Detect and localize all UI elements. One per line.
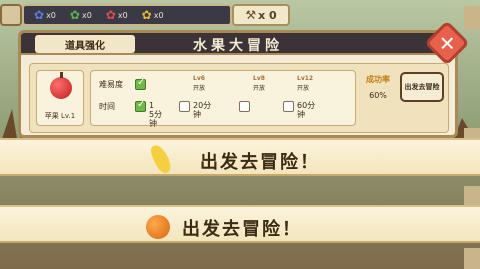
adventure-banner-orange[interactable]: 出发去冒险！ [0, 205, 480, 243]
banner-text: 出发去冒险！ [182, 219, 302, 240]
time-label: 时间 [99, 102, 115, 111]
level-requirement: Lv12 [297, 75, 314, 82]
time-value: 20分 钟 [193, 101, 212, 119]
resource-count: x0 [81, 10, 92, 20]
red-flower-icon: ✿ [105, 8, 116, 22]
window-title: 水果大冒险 [193, 38, 283, 54]
difficulty-checkbox[interactable] [135, 77, 146, 90]
crossed-tools-icon: ⚒ [245, 8, 257, 22]
option-2: Lv6 开放 20分 钟 [179, 75, 221, 119]
success-rate-value: 60% [369, 91, 387, 100]
tools-counter[interactable]: ⚒ x 0 [232, 4, 290, 26]
apple-icon [50, 72, 72, 99]
level-requirement: Lv6 [193, 75, 205, 82]
difficulty-status: 开放 [193, 85, 206, 92]
title-bar: 道具强化 水果大冒险 [21, 33, 455, 55]
fruit-card[interactable]: 苹果 Lv.1 [36, 70, 84, 126]
time-checkbox[interactable] [135, 99, 146, 112]
time-value: 1 5分 钟 [149, 101, 163, 128]
level-requirement: Lv8 [253, 75, 265, 82]
time-value: 60分 钟 [297, 101, 316, 119]
difficulty-status: 开放 [297, 85, 310, 92]
adventure-window: 道具强化 水果大冒险 ✕ 苹果 Lv.1 难易度 时间 1 5分 钟 Lv6 开… [18, 20, 470, 138]
adventure-setup: 苹果 Lv.1 难易度 时间 1 5分 钟 Lv6 开放 20分 钟 Lv8 开… [29, 63, 449, 133]
resource-count: x0 [153, 10, 164, 20]
orange-icon [146, 215, 170, 239]
difficulty-label: 难易度 [99, 80, 123, 89]
option-4: Lv12 开放 60分 钟 [283, 75, 325, 119]
start-adventure-button[interactable]: 出发去冒险 [400, 72, 444, 102]
side-panel-edge [464, 6, 480, 30]
fruit-name: 苹果 Lv.1 [44, 112, 76, 120]
resource-count: x0 [46, 10, 56, 20]
side-panel-edge [464, 248, 480, 269]
banana-icon [148, 142, 174, 176]
time-checkbox[interactable] [179, 101, 190, 112]
close-icon: ✕ [438, 30, 456, 55]
resource-item: ✿ x0 [142, 9, 164, 21]
yellow-flower-icon: ✿ [141, 8, 152, 22]
blue-flower-icon: ✿ [34, 8, 45, 22]
menu-button[interactable] [0, 4, 22, 26]
option-3: Lv8 开放 [239, 75, 281, 119]
time-checkbox[interactable] [239, 101, 250, 112]
adventure-settings: 难易度 时间 1 5分 钟 Lv6 开放 20分 钟 Lv8 开放 Lv12 开… [90, 70, 356, 128]
adventure-banner-banana[interactable]: 出发去冒险！ [0, 138, 480, 176]
resource-count: x0 [117, 10, 128, 20]
tools-count: x 0 [258, 8, 277, 22]
resource-bar: ✿ x0 ✿ x0 ✿ x0 ✿ x0 ⚒ x 0 [0, 0, 480, 30]
success-rate-label: 成功率 [366, 75, 390, 84]
difficulty-status: 开放 [253, 85, 266, 92]
option-1: 1 5分 钟 [135, 75, 177, 128]
success-rate: 成功率 60% [360, 74, 396, 100]
resource-panel: ✿ x0 ✿ x0 ✿ x0 ✿ x0 [22, 4, 232, 26]
resource-item: ✿ x0 [106, 9, 128, 21]
green-flower-icon: ✿ [69, 8, 80, 22]
time-checkbox[interactable] [283, 101, 294, 112]
resource-item: ✿ x0 [70, 9, 92, 21]
banner-text: 出发去冒险！ [200, 152, 320, 173]
resource-item: ✿ x0 [34, 9, 56, 21]
